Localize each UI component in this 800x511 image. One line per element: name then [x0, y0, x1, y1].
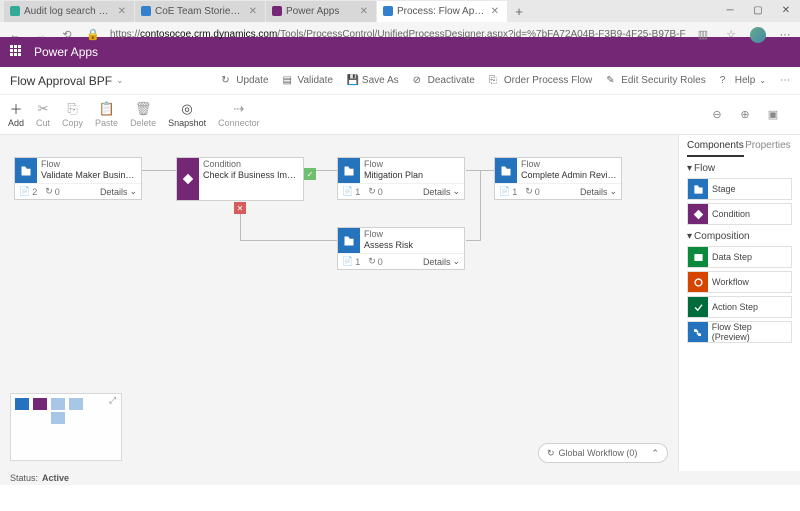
workflow-icon: ↻	[547, 448, 555, 459]
stage-complete-admin-review[interactable]: FlowComplete Admin Review 📄1↻0 Details⌄	[494, 157, 622, 200]
flow-stage-icon	[495, 158, 517, 183]
tab-label: Power Apps	[286, 6, 354, 17]
component-action-step[interactable]: Action Step	[687, 296, 792, 318]
edit-security-roles-button[interactable]: ✎Edit Security Roles	[606, 75, 705, 86]
flow-stage-icon	[338, 158, 360, 183]
connector-line	[240, 240, 337, 241]
reading-view-icon[interactable]: ▥	[694, 28, 712, 41]
condition-business-impact[interactable]: ConditionCheck if Business Impact is Hig…	[176, 157, 304, 201]
browser-tab[interactable]: CoE Team Stories Board - Boards ✕	[135, 1, 265, 22]
cut-tool[interactable]: ✂Cut	[36, 102, 50, 128]
tab-components[interactable]: Components	[687, 137, 744, 157]
url-host: contosocoe.crm.dynamics.com	[140, 29, 277, 40]
condition-false-badge: ✕	[234, 202, 246, 214]
side-panel: Components Properties ▾Flow Stage Condit…	[678, 135, 800, 471]
connector-line	[315, 170, 337, 171]
validate-button[interactable]: ▤Validate	[283, 75, 333, 86]
flow-stage-icon	[338, 228, 360, 253]
tab-close-icon[interactable]: ✕	[247, 6, 259, 17]
status-bar: Status: Active	[0, 471, 800, 485]
stage-validate-maker[interactable]: FlowValidate Maker Business Require... 📄…	[14, 157, 142, 200]
help-button[interactable]: ?Help⌄	[720, 75, 766, 86]
order-process-flow-button[interactable]: ⎘Order Process Flow	[489, 75, 592, 86]
tab-favicon	[272, 6, 282, 16]
app-launcher-icon[interactable]	[10, 45, 24, 59]
component-stage[interactable]: Stage	[687, 178, 792, 200]
chevron-up-icon: ⌃	[651, 448, 659, 459]
tab-close-icon[interactable]: ✕	[358, 6, 370, 17]
tab-label: CoE Team Stories Board - Boards	[155, 6, 243, 17]
add-tool[interactable]: ＋Add	[8, 102, 24, 128]
profile-avatar[interactable]	[750, 27, 766, 43]
paste-tool[interactable]: 📋Paste	[95, 102, 118, 128]
flow-stage-icon	[15, 158, 37, 183]
tab-favicon	[10, 6, 20, 16]
condition-icon	[177, 158, 199, 200]
component-workflow[interactable]: Workflow	[687, 271, 792, 293]
global-workflow-pill[interactable]: ↻ Global Workflow (0) ⌃	[538, 443, 668, 463]
snapshot-tool[interactable]: ◎Snapshot	[168, 102, 206, 128]
details-toggle[interactable]: Details⌄	[423, 186, 460, 197]
connector-tool[interactable]: ⇢Connector	[218, 102, 260, 128]
condition-true-badge: ✓	[304, 168, 316, 180]
update-button[interactable]: ↻Update	[221, 75, 268, 86]
process-title: Flow Approval BPF	[10, 74, 112, 88]
connector-line	[466, 240, 480, 241]
details-toggle[interactable]: Details⌄	[100, 186, 137, 197]
tab-label: Process: Flow Approval BPF - M	[397, 6, 485, 17]
copy-tool[interactable]: ⎘Copy	[62, 102, 83, 128]
component-flow-step[interactable]: Flow Step (Preview)	[687, 321, 792, 343]
details-toggle[interactable]: Details⌄	[580, 186, 617, 197]
designer-canvas[interactable]: FlowValidate Maker Business Require... 📄…	[0, 135, 678, 471]
tab-label: Audit log search - Security & C	[24, 6, 112, 17]
steps-count: 📄2	[19, 186, 37, 197]
address-bar[interactable]: https://contosocoe.crm.dynamics.com/Tool…	[110, 29, 686, 40]
component-condition[interactable]: Condition	[687, 203, 792, 225]
window-maximize[interactable]: ▢	[744, 0, 772, 20]
deactivate-button[interactable]: ⊘Deactivate	[413, 75, 475, 86]
tab-properties[interactable]: Properties	[744, 137, 792, 157]
stage-mitigation-plan[interactable]: FlowMitigation Plan 📄1↻0 Details⌄	[337, 157, 465, 200]
connector-line	[480, 240, 481, 241]
component-data-step[interactable]: Data Step	[687, 246, 792, 268]
process-title-dropdown[interactable]: Flow Approval BPF ⌄	[10, 74, 124, 88]
app-name: Power Apps	[34, 45, 98, 59]
tab-favicon	[383, 6, 393, 16]
browser-tab[interactable]: Power Apps ✕	[266, 1, 376, 22]
nav-forward[interactable]: →	[32, 29, 50, 41]
url-protocol: https://	[110, 29, 140, 40]
window-close[interactable]: ✕	[772, 0, 800, 20]
browser-menu[interactable]: ⋯	[776, 28, 794, 41]
tab-favicon	[141, 6, 151, 16]
tab-close-icon[interactable]: ✕	[489, 6, 501, 17]
save-as-button[interactable]: 💾Save As	[347, 75, 399, 86]
triggers-count: ↻0	[45, 186, 60, 197]
minimap[interactable]: ⤢	[10, 393, 122, 461]
nav-refresh[interactable]: ⟲	[58, 28, 76, 41]
zoom-in-icon[interactable]: ⊕	[738, 108, 752, 122]
status-label: Status:	[10, 473, 38, 483]
details-toggle[interactable]: Details⌄	[423, 256, 460, 267]
chevron-down-icon: ⌄	[116, 75, 124, 86]
site-lock-icon: 🔒	[84, 28, 102, 41]
connector-line	[142, 170, 176, 171]
status-value: Active	[42, 473, 69, 483]
window-minimize[interactable]: ─	[716, 0, 744, 20]
minimap-expand-icon[interactable]: ⤢	[109, 395, 119, 405]
fit-to-screen-icon[interactable]: ▣	[766, 108, 780, 122]
nav-back[interactable]: ←	[6, 29, 24, 41]
new-tab-button[interactable]: +	[508, 4, 530, 19]
stage-assess-risk[interactable]: FlowAssess Risk 📄1↻0 Details⌄	[337, 227, 465, 270]
url-path: /Tools/ProcessControl/UnifiedProcessDesi…	[277, 29, 686, 40]
zoom-out-icon[interactable]: ⊖	[710, 108, 724, 122]
favorites-icon[interactable]: ☆	[722, 28, 740, 41]
delete-tool[interactable]: 🗑Delete	[130, 102, 156, 128]
more-actions[interactable]: ⋯	[780, 75, 790, 86]
browser-tab[interactable]: Process: Flow Approval BPF - M ✕	[377, 1, 507, 22]
connector-line	[480, 170, 481, 240]
group-composition[interactable]: ▾Composition	[687, 231, 792, 242]
group-flow[interactable]: ▾Flow	[687, 163, 792, 174]
browser-tab[interactable]: Audit log search - Security & C ✕	[4, 1, 134, 22]
tab-close-icon[interactable]: ✕	[116, 6, 128, 17]
